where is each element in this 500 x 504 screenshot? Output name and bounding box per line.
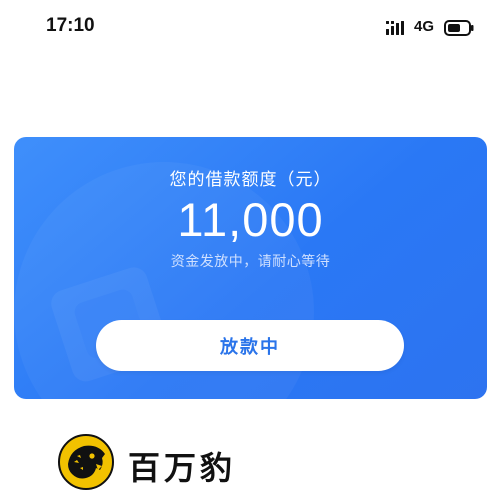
loan-amount: 11,000 (177, 193, 324, 246)
loan-limit-label: 您的借款额度（元） (169, 170, 332, 190)
signal-icon (386, 21, 404, 35)
brand-name: 百万豹 (128, 449, 237, 487)
status-time: 17:10 (46, 15, 95, 36)
network-type: 4G (414, 18, 435, 35)
disbursing-button[interactable]: 放款中 (96, 320, 404, 371)
leopard-logo-icon (58, 434, 114, 490)
loan-status-text: 资金发放中，请耐心等待 (170, 254, 331, 270)
loan-amount-card: 您的借款额度（元） 11,000 资金发放中，请耐心等待 放款中 (14, 137, 487, 399)
battery-icon (444, 20, 474, 36)
status-bar: 17:10 4G (0, 0, 500, 54)
